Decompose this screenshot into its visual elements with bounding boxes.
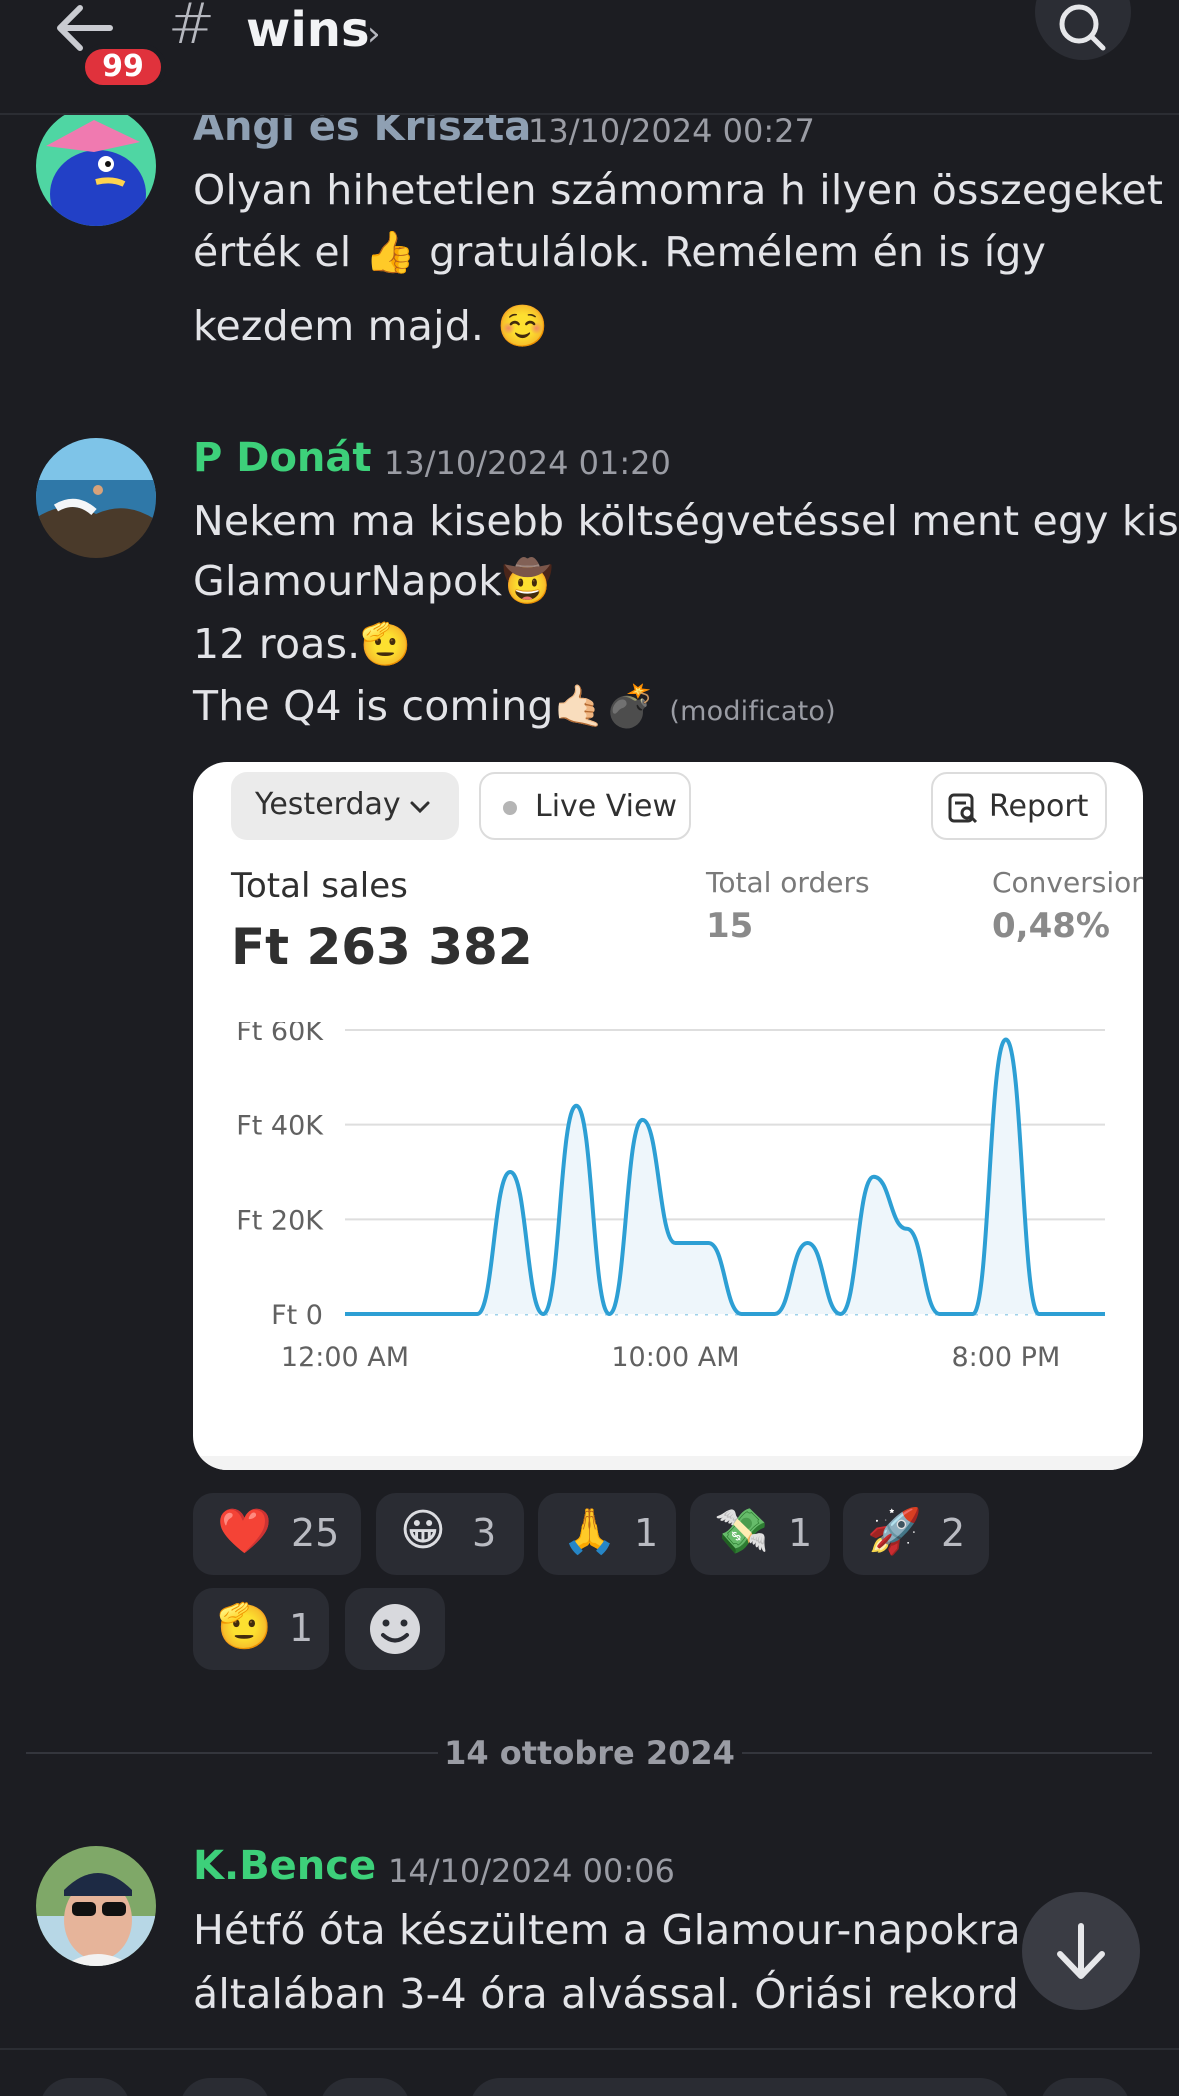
arrow-down-icon	[1057, 1923, 1105, 1979]
card-footer-strip	[193, 1456, 1143, 1470]
y-tick-label: Ft 40K	[236, 1111, 324, 1142]
total-sales-value: Ft 263 382	[231, 918, 533, 976]
message-text: Olyan hihetetlen számomra h ilyen összeg…	[193, 166, 1164, 214]
jump-to-present-button[interactable]	[1022, 1892, 1140, 2010]
author-name[interactable]: K.Bence	[193, 1843, 376, 1889]
avatar[interactable]	[36, 106, 156, 226]
unread-badge: 99	[80, 44, 166, 90]
avatar[interactable]	[36, 438, 156, 558]
live-view-pill: Live View	[479, 772, 691, 840]
x-tick-label: 12:00 AM	[281, 1342, 409, 1373]
message-text: kezdem majd. ☺️	[193, 302, 549, 350]
conversion-value: 0,48%	[992, 906, 1110, 946]
reaction-count: 3	[472, 1511, 497, 1555]
timestamp: 14/10/2024 00:06	[388, 1852, 675, 1890]
heart-icon: ❤️	[217, 1506, 272, 1557]
message-text: GlamourNapok🤠	[193, 557, 554, 605]
total-orders-value: 15	[706, 906, 754, 946]
timestamp: 13/10/2024 00:27	[528, 112, 815, 150]
y-tick-label: Ft 20K	[236, 1205, 324, 1236]
live-view-label: Live View	[535, 789, 677, 824]
money-wings-icon: 💸	[714, 1506, 769, 1557]
add-reaction-icon	[370, 1604, 420, 1654]
message-text: 12 roas.🫡	[193, 620, 412, 668]
timestamp: 13/10/2024 01:20	[384, 444, 671, 482]
x-tick-label: 10:00 AM	[611, 1342, 739, 1373]
reaction-pray[interactable]: 🙏 1	[538, 1493, 676, 1575]
period-label: Yesterday	[255, 787, 401, 822]
message-composer-bar	[0, 2048, 1179, 2096]
total-sales-label: Total sales	[231, 866, 408, 906]
channel-name[interactable]: wins	[246, 2, 370, 58]
x-tick-label: 8:00 PM	[951, 1342, 1060, 1373]
reaction-count: 1	[788, 1511, 813, 1555]
search-button[interactable]	[1035, 0, 1131, 60]
status-dot-icon	[503, 801, 517, 815]
message-text: Nekem ma kisebb költségvetéssel ment egy…	[193, 497, 1179, 545]
salute-icon: 🫡	[217, 1601, 272, 1652]
date-divider: 14 ottobre 2024	[444, 1734, 735, 1772]
reaction-money[interactable]: 💸 1	[690, 1493, 830, 1575]
reaction-count: 25	[291, 1511, 340, 1555]
period-dropdown: Yesterday	[231, 772, 459, 840]
reaction-count: 1	[289, 1606, 314, 1650]
message-input[interactable]	[470, 2078, 1010, 2096]
folded-hands-icon: 🙏	[562, 1506, 617, 1557]
add-reaction-button[interactable]	[345, 1588, 445, 1670]
report-label: Report	[989, 789, 1089, 824]
grinning-face-icon: 😀	[400, 1505, 446, 1556]
reaction-rocket[interactable]: 🚀 2	[843, 1493, 989, 1575]
gift-button[interactable]	[320, 2078, 410, 2096]
sales-screenshot-attachment[interactable]: Yesterday Live View Report Total sales F…	[193, 762, 1143, 1470]
y-tick-label: Ft 60K	[236, 1022, 324, 1047]
message-text: érték el 👍 gratulálok. Remélem én is így	[193, 228, 1047, 276]
reaction-salute[interactable]: 🫡 1	[193, 1588, 329, 1670]
message-text: általában 3-4 óra alvással. Óriási rekor…	[193, 1970, 1020, 2018]
add-attachment-button[interactable]	[40, 2078, 130, 2096]
rocket-icon: 🚀	[867, 1506, 922, 1557]
channel-hash-icon: #	[168, 0, 215, 57]
total-orders-label: Total orders	[706, 866, 870, 899]
message-text: Hétfő óta készültem a Glamour-napokra,	[193, 1906, 1035, 1954]
search-icon	[1059, 4, 1106, 51]
report-icon	[948, 793, 978, 824]
reaction-heart[interactable]: ❤️ 25	[193, 1493, 361, 1575]
edited-label: (modificato)	[669, 696, 836, 727]
apps-button[interactable]	[180, 2078, 270, 2096]
reaction-count: 1	[634, 1511, 659, 1555]
voice-button[interactable]	[1040, 2078, 1130, 2096]
conversion-label: Conversion	[992, 866, 1143, 899]
sales-line-chart: Ft 0 Ft 20K Ft 40K Ft 60K 12:00 AM 10:00 AM 8:…	[236, 1022, 1105, 1373]
reaction-count: 2	[941, 1511, 966, 1555]
y-tick-label: Ft 0	[271, 1300, 323, 1331]
chevron-right-icon[interactable]: ›	[367, 14, 381, 54]
report-pill: Report	[931, 772, 1107, 840]
reaction-grin[interactable]: 😀 3	[376, 1493, 524, 1575]
avatar[interactable]	[36, 1846, 156, 1966]
message-text: The Q4 is coming🤙🏻💣 (modificato)	[193, 682, 836, 731]
chevron-down-icon	[410, 801, 430, 814]
channel-header: 99 # wins ›	[0, 0, 1179, 115]
author-name[interactable]: P Donát	[193, 435, 372, 481]
message-text-segment: The Q4 is coming🤙🏻💣	[193, 682, 657, 730]
